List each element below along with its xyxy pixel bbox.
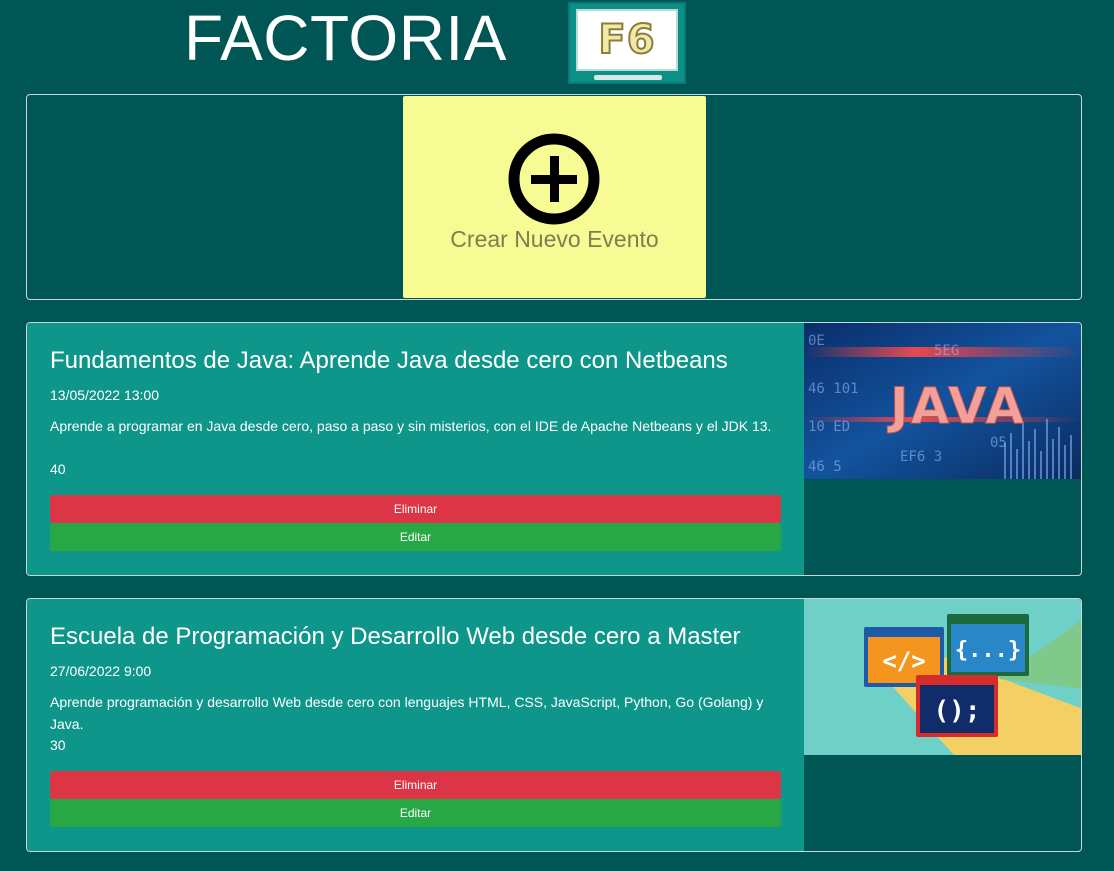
event-card: Escuela de Programación y Desarrollo Web… [26, 598, 1082, 852]
header: FACTORIA F6 [0, 0, 1114, 90]
event-title: Escuela de Programación y Desarrollo Web… [50, 623, 741, 650]
svg-text:0E: 0E [808, 333, 825, 349]
event-card: Fundamentos de Java: Aprende Java desde … [26, 322, 1082, 576]
delete-button[interactable]: Eliminar [50, 771, 781, 799]
create-event-button[interactable]: Crear Nuevo Evento [403, 96, 706, 298]
svg-text:EF6 3: EF6 3 [900, 449, 942, 465]
brand-title: FACTORIA [184, 2, 507, 74]
event-title: Fundamentos de Java: Aprende Java desde … [50, 347, 728, 374]
create-event-panel: Crear Nuevo Evento [26, 94, 1082, 300]
logo-screen: F6 [576, 9, 678, 71]
delete-button[interactable]: Eliminar [50, 495, 781, 523]
java-image-text: JAVA [887, 377, 1026, 435]
create-event-label: Crear Nuevo Evento [450, 226, 659, 252]
factoria-f6-logo: F6 [568, 2, 686, 84]
function-call-window: (); [916, 675, 998, 737]
edit-button[interactable]: Editar [50, 799, 781, 827]
plus-circle-icon [508, 133, 600, 225]
logo-base [594, 75, 662, 80]
json-braces-window: {...} [947, 614, 1029, 676]
function-call-symbol: (); [934, 696, 981, 726]
event-card-body: Fundamentos de Java: Aprende Java desde … [27, 323, 804, 575]
event-date: 27/06/2022 9:00 [50, 663, 152, 679]
event-capacity: 40 [50, 461, 66, 477]
event-capacity: 30 [50, 737, 66, 753]
svg-text:5EG: 5EG [934, 343, 959, 359]
event-card-body: Escuela de Programación y Desarrollo Web… [27, 599, 804, 851]
event-description: Aprende programación y desarrollo Web de… [50, 694, 764, 732]
event-date: 13/05/2022 13:00 [50, 387, 159, 403]
edit-button[interactable]: Editar [50, 523, 781, 551]
java-event-image: 0E 5EG 46 101 10 ED 46 5 EF6 3 05 JAVA [804, 323, 1081, 479]
json-braces-symbol: {...} [955, 638, 1021, 663]
logo-text: F6 [597, 16, 656, 64]
svg-text:46 5: 46 5 [808, 459, 842, 475]
web-dev-event-image: </> {...} (); [804, 599, 1081, 755]
html-tag-symbol: </> [882, 647, 925, 675]
svg-text:46 101: 46 101 [808, 381, 859, 397]
event-description: Aprende a programar en Java desde cero, … [50, 418, 772, 434]
svg-text:10 ED: 10 ED [808, 419, 850, 435]
